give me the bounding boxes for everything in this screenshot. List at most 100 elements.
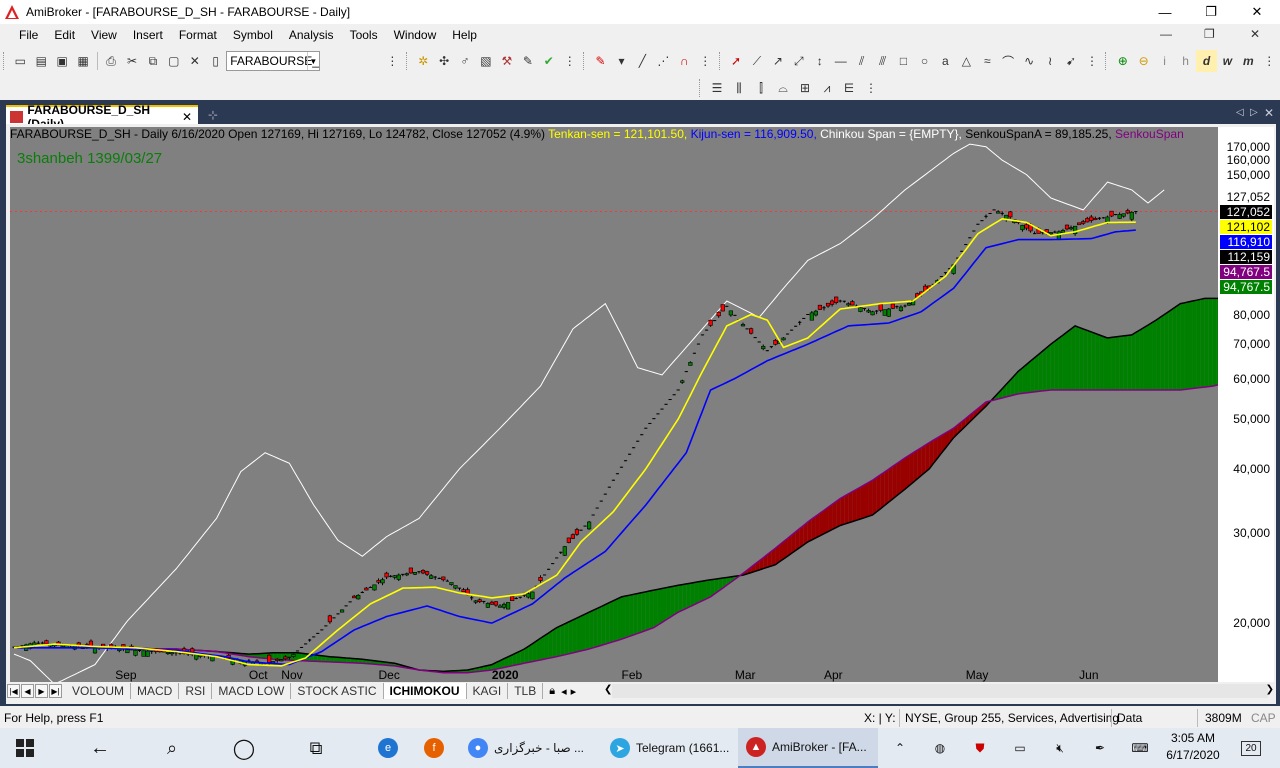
taskbar-app-amibroker[interactable]: ▲ AmiBroker - [FA... — [738, 728, 878, 768]
taskbar-app-chrome[interactable]: ● صبا - خبرگزاری ... — [460, 728, 600, 768]
open-icon[interactable]: ▤ — [31, 50, 52, 72]
text-icon[interactable]: a — [935, 50, 956, 72]
fibonacci-icon[interactable]: ⋿ — [838, 77, 860, 99]
symbol-combo[interactable]: FARABOURSE_ ▼ — [226, 51, 320, 71]
menu-window[interactable]: Window — [386, 28, 445, 42]
new-tab-icon[interactable]: ⊹ — [208, 108, 218, 122]
next-sheet-icon[interactable]: ▶ — [35, 684, 48, 698]
triangle-icon[interactable]: △ — [956, 50, 977, 72]
bar-chart-icon[interactable]: ⫼ — [728, 77, 750, 99]
monthly-icon[interactable]: m — [1238, 50, 1259, 72]
pen-icon[interactable]: ╱ — [632, 50, 653, 72]
dotted-line-icon[interactable]: ⋰ — [653, 50, 674, 72]
toolbar-overflow-icon[interactable]: ⋮ — [860, 77, 882, 99]
vertical-line-icon[interactable]: ↕ — [809, 50, 830, 72]
tool-g-icon[interactable]: ✔ — [538, 50, 559, 72]
save-icon[interactable]: ▣ — [52, 50, 73, 72]
sheet-scroll-right-icon[interactable]: ▸ — [571, 685, 577, 698]
menu-tools[interactable]: Tools — [342, 28, 386, 42]
firefox-icon[interactable]: f — [412, 728, 456, 768]
cut-icon[interactable]: ✂ — [122, 50, 143, 72]
minimize-button[interactable]: — — [1142, 0, 1188, 24]
trendline-icon[interactable]: ⟋ — [746, 50, 767, 72]
copy-icon[interactable]: ⧉ — [142, 50, 163, 72]
tabs-scroll-left-icon[interactable]: ◁ — [1236, 107, 1244, 118]
edge-icon[interactable]: e — [366, 728, 410, 768]
toolbar-grip[interactable] — [1105, 52, 1109, 70]
notification-icon[interactable]: 20 — [1236, 728, 1266, 768]
lock-icon[interactable]: 🔒︎ — [549, 685, 555, 698]
tool-c-icon[interactable]: ♂ — [455, 50, 476, 72]
fan-icon[interactable]: ⩘ — [816, 77, 838, 99]
sheet-tab-rsi[interactable]: RSI — [179, 683, 213, 699]
arrow-icon[interactable]: ➹ — [1061, 50, 1082, 72]
cortana-icon[interactable]: ◯ — [222, 728, 266, 768]
intraday-icon[interactable]: i — [1154, 50, 1175, 72]
zigzag-icon[interactable]: ∿ — [1019, 50, 1040, 72]
ichimoku-chart[interactable] — [10, 127, 1218, 682]
menu-view[interactable]: View — [83, 28, 125, 42]
extended-line-icon[interactable]: ⤢ — [788, 50, 809, 72]
toolbar-grip[interactable] — [405, 52, 410, 70]
task-view-icon[interactable]: ⧉ — [294, 728, 338, 768]
toolbar-grip[interactable] — [3, 52, 7, 70]
ray-icon[interactable]: ↗ — [767, 50, 788, 72]
toolbar-overflow-icon[interactable]: ⋮ — [695, 50, 716, 72]
toolbar-overflow-icon[interactable]: ⋮ — [1081, 50, 1102, 72]
horizontal-scrollbar[interactable]: ❮ ❯ — [604, 684, 1274, 698]
weekly-icon[interactable]: w — [1217, 50, 1238, 72]
chevron-down-icon[interactable]: ▼ — [306, 52, 319, 70]
wave-icon[interactable]: ≈ — [977, 50, 998, 72]
taskbar-app-telegram[interactable]: ➤ Telegram (1661... — [602, 728, 736, 768]
close-icon[interactable]: ✕ — [182, 110, 192, 124]
menu-file[interactable]: File — [11, 28, 46, 42]
mdi-close-button[interactable]: ✕ — [1250, 27, 1260, 41]
sheet-tab-macd-low[interactable]: MACD LOW — [212, 683, 292, 699]
arc-icon[interactable]: ⌒ — [998, 50, 1019, 72]
tabs-close-icon[interactable]: ✕ — [1264, 106, 1274, 120]
toolbar-overflow-icon[interactable]: ⋮ — [1259, 50, 1280, 72]
mdi-restore-button[interactable]: ❐ — [1204, 27, 1215, 41]
zoom-out-icon[interactable]: ⊖ — [1133, 50, 1154, 72]
tool-e-icon[interactable]: ⚒ — [496, 50, 517, 72]
toolbar-grip[interactable] — [699, 79, 703, 97]
shield-icon[interactable]: ⛊ — [968, 728, 992, 768]
menu-format[interactable]: Format — [171, 28, 225, 42]
chevron-down-icon[interactable]: ▾ — [611, 50, 632, 72]
chart-plot-area[interactable] — [10, 127, 1218, 682]
scroll-left-icon[interactable]: ❮ — [604, 684, 612, 695]
save-all-icon[interactable]: ▦ — [73, 50, 94, 72]
sheet-tab-tlb[interactable]: TLB — [508, 683, 544, 699]
keyboard-icon[interactable]: ⌨ — [1126, 728, 1154, 768]
menu-help[interactable]: Help — [444, 28, 485, 42]
tool-f-icon[interactable]: ✎ — [517, 50, 538, 72]
close-button[interactable]: ✕ — [1234, 0, 1280, 24]
color-picker-icon[interactable]: ✎ — [590, 50, 611, 72]
sheet-tab-voloum[interactable]: VOLOUM — [66, 683, 132, 699]
arc-tool-icon[interactable]: ⌓ — [772, 77, 794, 99]
sheet-scroll-left-icon[interactable]: ◂ — [561, 685, 567, 698]
new-icon[interactable]: ▭ — [10, 50, 31, 72]
document-tab[interactable]: FARABOURSE_D_SH (Daily) ✕ — [6, 103, 198, 131]
line-chart-icon[interactable]: ☰ — [706, 77, 728, 99]
magnet-icon[interactable]: ∩ — [674, 50, 695, 72]
grid-icon[interactable]: ⊞ — [794, 77, 816, 99]
ellipse-icon[interactable]: ○ — [914, 50, 935, 72]
sheet-tab-stock-astic[interactable]: STOCK ASTIC — [291, 683, 384, 699]
sheet-tab-macd[interactable]: MACD — [131, 683, 180, 699]
daily-icon[interactable]: d — [1196, 50, 1217, 72]
print-icon[interactable]: ⎙ — [101, 50, 122, 72]
restore-button[interactable]: ❐ — [1188, 0, 1234, 24]
windows-start-icon[interactable] — [0, 728, 50, 768]
back-arrow-icon[interactable]: ← — [78, 728, 122, 768]
hourly-icon[interactable]: h — [1175, 50, 1196, 72]
paste-icon[interactable]: ▢ — [163, 50, 184, 72]
parallel-lines-icon[interactable]: ⫽ — [851, 50, 872, 72]
volume-muted-icon[interactable]: 🔇︎ — [1048, 728, 1072, 768]
menu-edit[interactable]: Edit — [46, 28, 83, 42]
horizontal-line-icon[interactable]: — — [830, 50, 851, 72]
search-icon[interactable]: ⌕ — [150, 728, 194, 768]
price-axis[interactable]: 170,000 160,000 150,000 80,000 70,000 60,000 5… — [1218, 127, 1274, 682]
scroll-right-icon[interactable]: ❯ — [1266, 684, 1274, 695]
zoom-in-icon[interactable]: ⊕ — [1112, 50, 1133, 72]
